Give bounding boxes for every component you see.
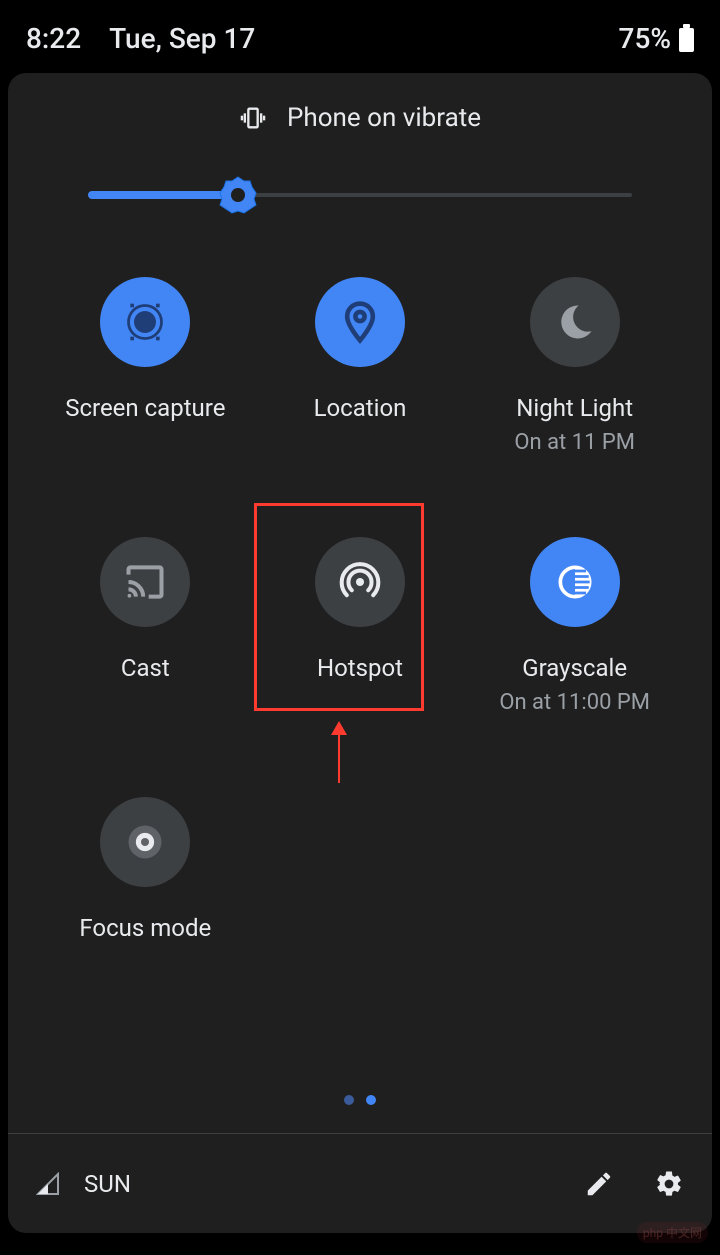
page-dot-current[interactable] xyxy=(366,1095,376,1105)
battery-percent: 75% xyxy=(619,22,671,55)
watermark: php 中文网 xyxy=(637,1222,708,1243)
settings-button[interactable] xyxy=(654,1169,684,1199)
carrier-label: SUN xyxy=(84,1170,131,1198)
tile-label: Hotspot xyxy=(317,653,403,684)
tile-focus-mode[interactable]: Focus mode xyxy=(38,785,253,1045)
tile-label: Screen capture xyxy=(65,393,225,424)
tile-label: Grayscale xyxy=(522,653,627,684)
tile-night-light[interactable]: Night Light On at 11 PM xyxy=(467,265,682,525)
tile-sublabel: On at 11 PM xyxy=(514,430,635,455)
tile-label: Focus mode xyxy=(79,913,211,944)
annotation-arrow xyxy=(338,723,340,783)
status-bar: 8:22 Tue, Sep 17 75% xyxy=(0,0,720,73)
page-indicator[interactable] xyxy=(8,1095,712,1105)
tile-label: Cast xyxy=(121,653,170,684)
signal-icon xyxy=(36,1172,60,1196)
brightness-slider[interactable] xyxy=(88,175,632,215)
tile-cast[interactable]: Cast xyxy=(38,525,253,785)
quick-settings-panel: Phone on vibrate Screen capture xyxy=(8,73,712,1233)
focus-icon xyxy=(100,797,190,887)
tile-label: Location xyxy=(314,393,407,424)
tile-sublabel: On at 11:00 PM xyxy=(499,690,650,715)
quick-tiles-grid: Screen capture Location Night Light On a… xyxy=(38,265,682,1045)
ringer-text: Phone on vibrate xyxy=(287,103,481,133)
moon-icon xyxy=(530,277,620,367)
location-pin-icon xyxy=(315,277,405,367)
tile-hotspot[interactable]: Hotspot xyxy=(253,525,468,785)
cast-icon xyxy=(100,537,190,627)
tile-screen-capture[interactable]: Screen capture xyxy=(38,265,253,525)
ringer-status[interactable]: Phone on vibrate xyxy=(38,103,682,133)
edit-button[interactable] xyxy=(584,1169,614,1199)
panel-footer: SUN xyxy=(8,1133,712,1233)
vibrate-icon xyxy=(239,104,267,132)
tile-location[interactable]: Location xyxy=(253,265,468,525)
status-time: 8:22 xyxy=(26,22,81,55)
grayscale-icon xyxy=(530,537,620,627)
page-dot[interactable] xyxy=(344,1095,354,1105)
tile-grayscale[interactable]: Grayscale On at 11:00 PM xyxy=(467,525,682,785)
tile-label: Night Light xyxy=(516,393,633,424)
brightness-thumb-icon[interactable] xyxy=(218,175,258,215)
battery-icon xyxy=(679,26,694,52)
hotspot-icon xyxy=(315,537,405,627)
status-date: Tue, Sep 17 xyxy=(109,22,255,55)
camera-icon xyxy=(100,277,190,367)
